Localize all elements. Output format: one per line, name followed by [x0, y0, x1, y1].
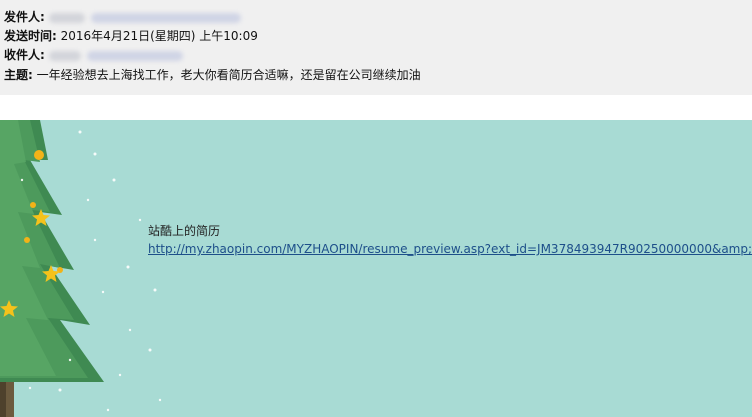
subject-label: 主题:: [4, 68, 33, 82]
sent-label: 发送时间:: [4, 29, 57, 43]
to-row: 收件人:: [4, 46, 183, 64]
subject-value: 一年经验想去上海找工作，老大你看简历合适嘛，还是留在公司继续加油: [36, 68, 421, 82]
to-address-redacted: [86, 50, 183, 61]
resume-link[interactable]: http://my.zhaopin.com/MYZHAOPIN/resume_p…: [148, 242, 752, 256]
subject-row: 主题: 一年经验想去上海找工作，老大你看简历合适嘛，还是留在公司继续加油: [4, 66, 421, 84]
to-label: 收件人:: [4, 48, 45, 62]
from-label: 发件人:: [4, 10, 45, 24]
email-header: 发件人: 发送时间: 2016年4月21日(星期四) 上午10:09 收件人: …: [0, 0, 752, 95]
sent-value: 2016年4月21日(星期四) 上午10:09: [60, 29, 258, 43]
resume-title: 站酷上的简历: [148, 224, 221, 238]
to-name-redacted: [48, 50, 81, 61]
from-name-redacted: [48, 12, 85, 23]
from-address-redacted: [90, 12, 241, 23]
sent-row: 发送时间: 2016年4月21日(星期四) 上午10:09: [4, 27, 258, 45]
from-row: 发件人:: [4, 8, 241, 26]
email-body: 站酷上的简历 http://my.zhaopin.com/MYZHAOPIN/r…: [0, 120, 752, 417]
christmas-tree-illustration: [0, 120, 162, 417]
